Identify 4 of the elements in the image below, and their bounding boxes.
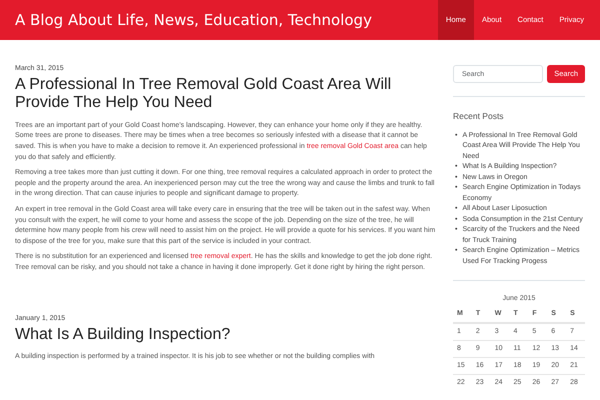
post-title[interactable]: A Professional In Tree Removal Gold Coast Area Will Provide The Help You Need (15, 76, 440, 113)
widget-title: Recent Posts (453, 110, 505, 123)
post-title[interactable]: What Is A Building Inspection? (15, 326, 440, 344)
site-title[interactable]: A Blog About Life, News, Education, Technology (0, 8, 372, 32)
